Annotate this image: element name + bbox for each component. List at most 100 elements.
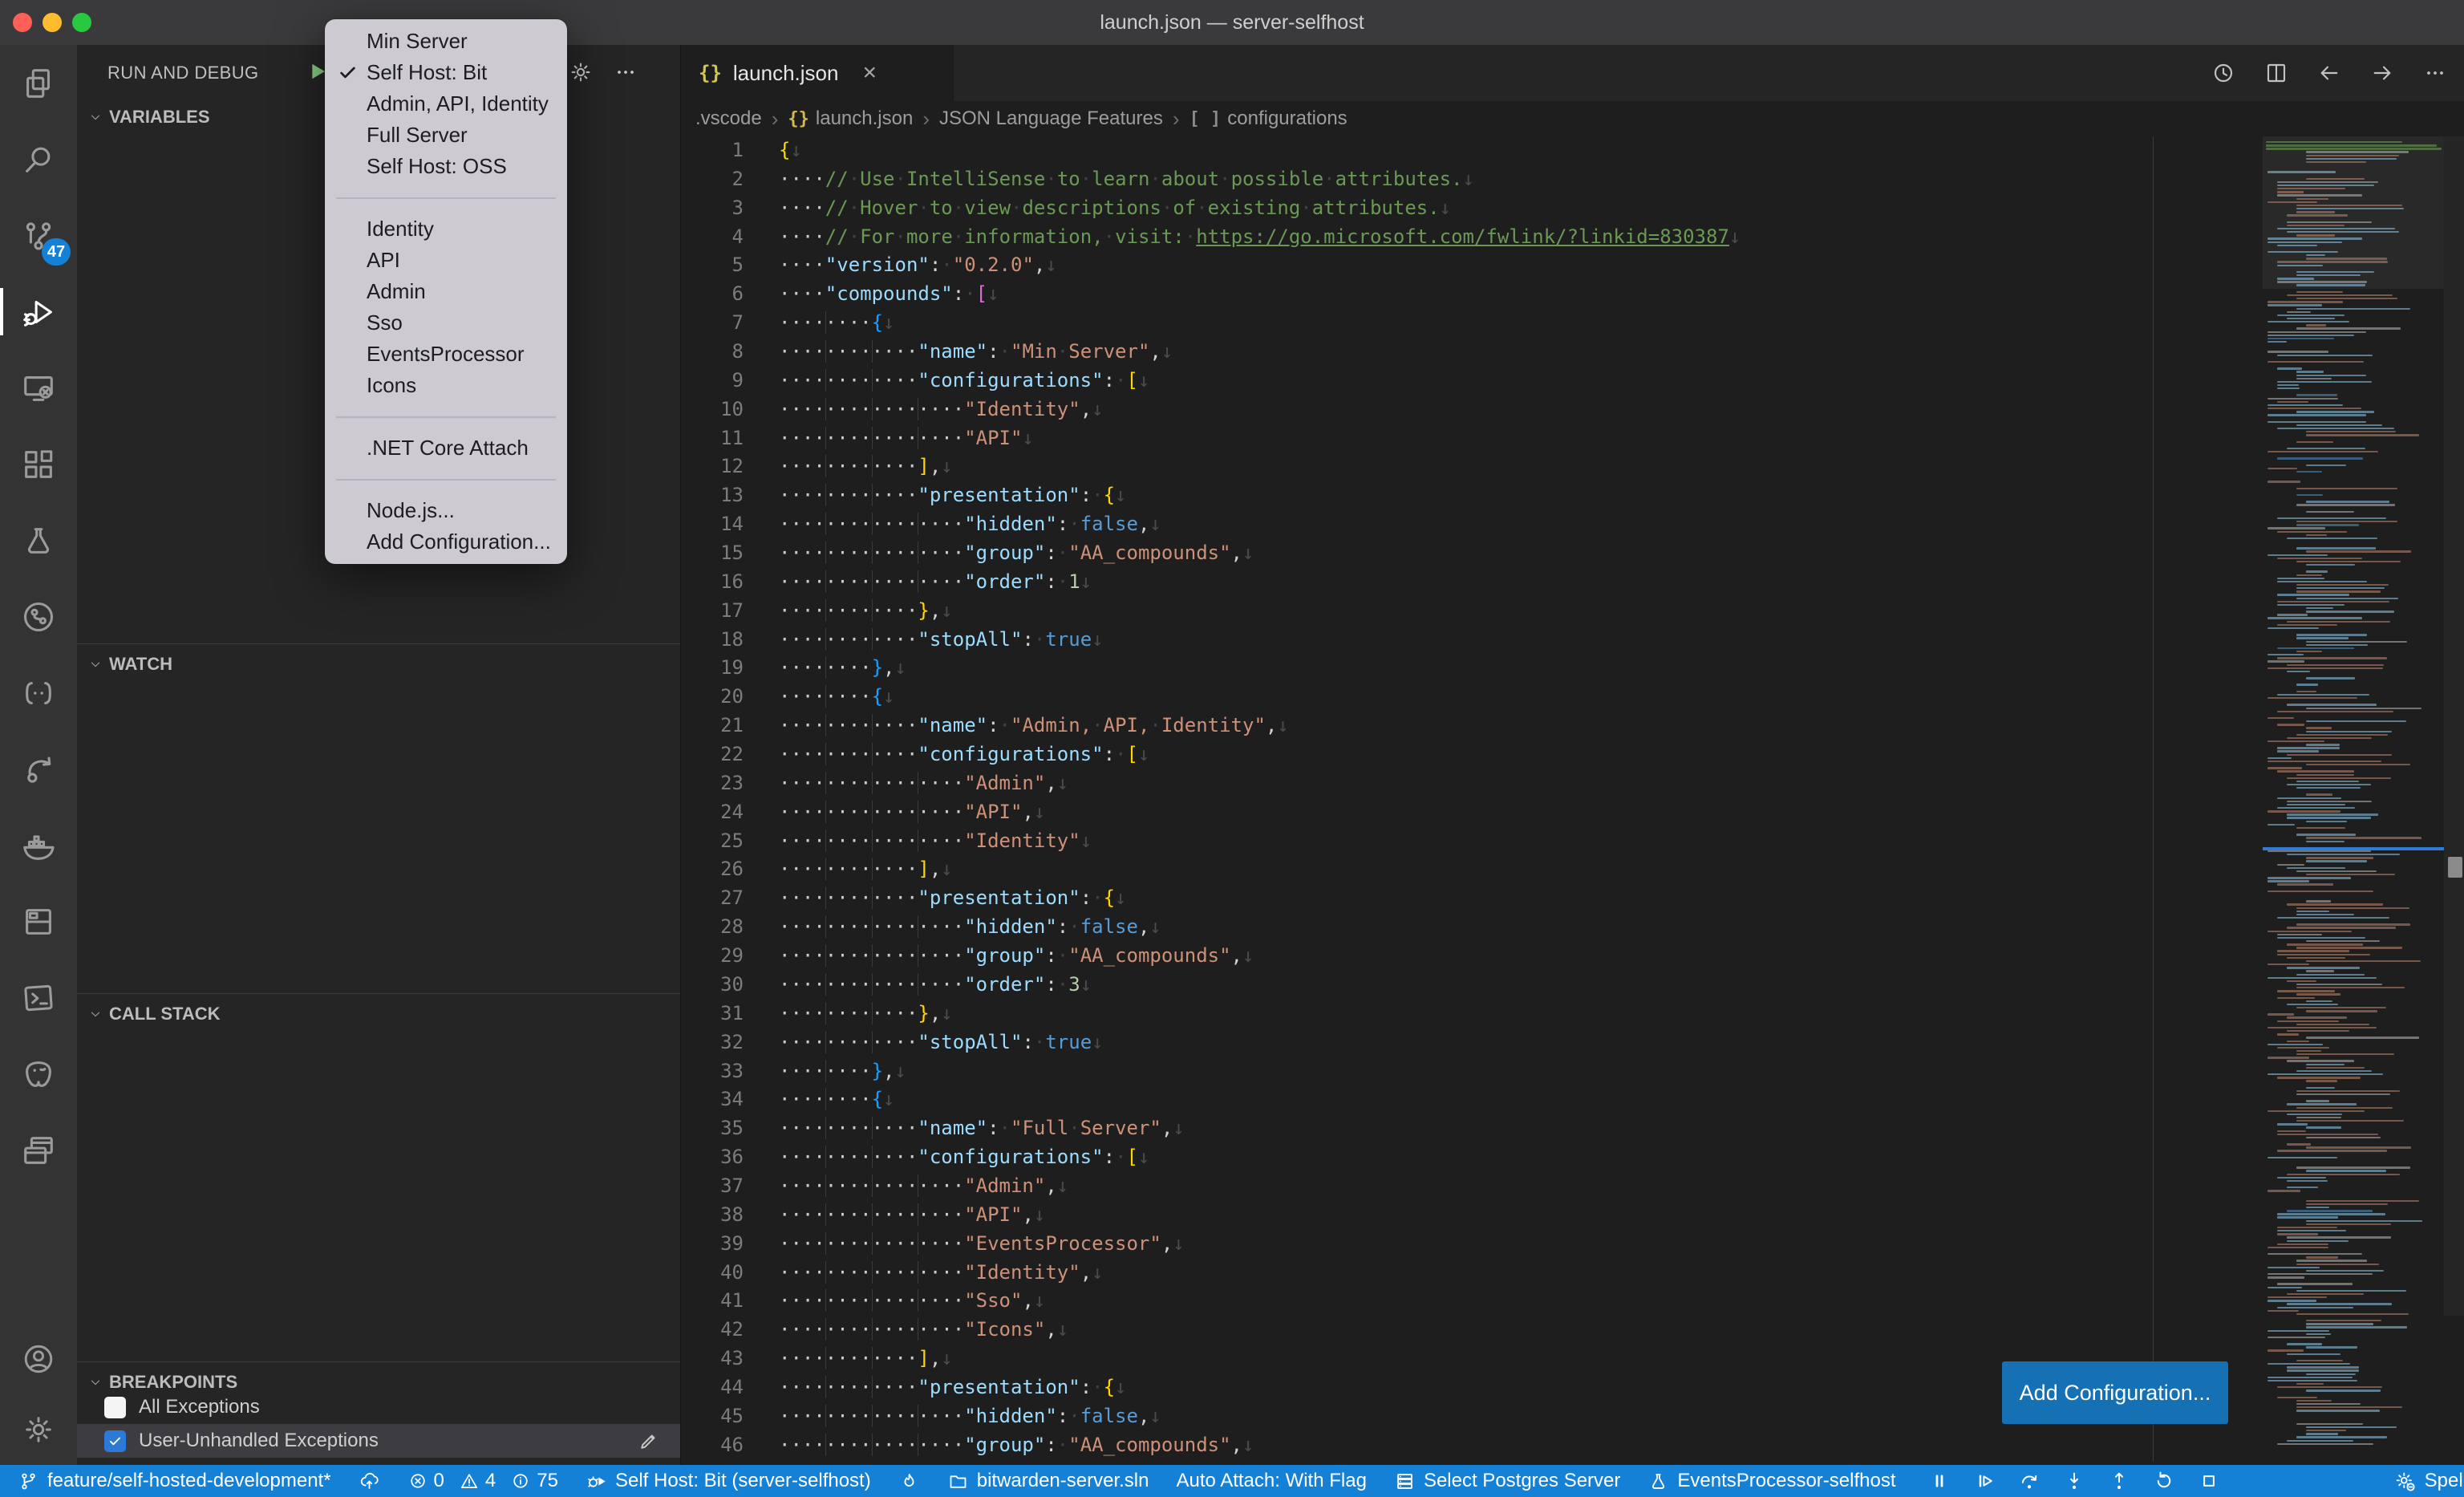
menu-item-add-configuration[interactable]: Add Configuration...	[325, 526, 567, 558]
menu-item-api[interactable]: API	[325, 245, 567, 276]
code-line[interactable]: 24················"API",↓	[681, 798, 2464, 827]
breadcrumb-item-launch-json[interactable]: {}launch.json	[788, 108, 913, 130]
activity-item-settings[interactable]	[0, 1394, 77, 1465]
code-line[interactable]: 34········{↓	[681, 1085, 2464, 1114]
breakpoint-user-unhandled-exceptions[interactable]: User-Unhandled Exceptions	[77, 1424, 680, 1458]
stop-icon[interactable]	[2197, 1469, 2221, 1493]
menu-item-node-js[interactable]: Node.js...	[325, 495, 567, 526]
code-line[interactable]: 1{↓	[681, 136, 2464, 165]
breadcrumb-item-json-language-features[interactable]: JSON Language Features	[939, 108, 1163, 130]
step-into-icon[interactable]	[2062, 1469, 2086, 1493]
activity-item-explorer[interactable]	[0, 45, 77, 121]
code-line[interactable]: 33········},↓	[681, 1057, 2464, 1086]
more-actions-icon[interactable]	[2422, 60, 2448, 86]
tab-close-icon[interactable]: ×	[862, 59, 877, 87]
close-window-button[interactable]	[13, 13, 32, 32]
status-problems[interactable]: 0 4 75	[407, 1470, 558, 1492]
menu-item-icons[interactable]: Icons	[325, 370, 567, 401]
code-line[interactable]: 40················"Identity",↓	[681, 1259, 2464, 1288]
minimize-window-button[interactable]	[43, 13, 62, 32]
breakpoint-all-exceptions[interactable]: All Exceptions	[77, 1390, 680, 1424]
code-line[interactable]: 3····//·Hover·to·view·descriptions·of·ex…	[681, 194, 2464, 223]
menu-item-eventsprocessor[interactable]: EventsProcessor	[325, 339, 567, 370]
activity-item-copilot[interactable]	[0, 655, 77, 731]
menu-item-self-host-bit[interactable]: Self Host: Bit	[325, 57, 567, 88]
checkbox-unchecked[interactable]	[104, 1397, 126, 1418]
section-watch[interactable]: WATCH	[77, 647, 680, 682]
code-editor[interactable]: 1{↓2····//·Use·IntelliSense·to·learn·abo…	[681, 136, 2464, 1465]
step-over-icon[interactable]	[2017, 1469, 2041, 1493]
code-line[interactable]: 41················"Sso",↓	[681, 1287, 2464, 1316]
code-line[interactable]: 25················"Identity"↓	[681, 827, 2464, 856]
code-line[interactable]: 42················"Icons",↓	[681, 1316, 2464, 1345]
status-item-server[interactable]: Select Postgres Server	[1394, 1470, 1620, 1492]
activity-item-postgresql[interactable]	[0, 1036, 77, 1112]
add-configuration-button[interactable]: Add Configuration...	[2002, 1361, 2228, 1424]
status-item-cloud-upload[interactable]	[359, 1471, 380, 1492]
status-item-flame[interactable]	[898, 1471, 920, 1492]
timeline-icon[interactable]	[2211, 60, 2236, 86]
code-line[interactable]: 28················"hidden":·false,↓	[681, 913, 2464, 942]
status-item-spell-checker[interactable]: Spell	[2393, 1470, 2464, 1493]
pause-icon[interactable]	[1927, 1469, 1951, 1493]
code-line[interactable]: 32············"stopAll":·true↓	[681, 1028, 2464, 1057]
status-item-source-branch[interactable]: feature/self-hosted-development*	[18, 1470, 331, 1492]
code-line[interactable]: 17············},↓	[681, 597, 2464, 626]
code-line[interactable]: 6····"compounds":·[↓	[681, 280, 2464, 309]
activity-item-remote-explorer[interactable]	[0, 350, 77, 426]
sidebar-more-icon[interactable]	[613, 59, 638, 85]
step-out-icon[interactable]	[2107, 1469, 2131, 1493]
section-call-stack[interactable]: CALL STACK	[77, 996, 680, 1032]
code-line[interactable]: 11················"API"↓	[681, 424, 2464, 453]
checkbox-checked[interactable]	[104, 1430, 126, 1452]
menu-item-full-server[interactable]: Full Server	[325, 120, 567, 151]
menu-item-sso[interactable]: Sso	[325, 307, 567, 339]
code-line[interactable]: 37················"Admin",↓	[681, 1172, 2464, 1201]
code-line[interactable]: 9············"configurations":·[↓	[681, 367, 2464, 396]
code-line[interactable]: 21············"name":·"Admin,·API,·Ident…	[681, 712, 2464, 740]
menu-item-net-core-attach[interactable]: .NET Core Attach	[325, 432, 567, 464]
menu-item-identity[interactable]: Identity	[325, 213, 567, 245]
status-item-debug-run[interactable]: Self Host: Bit (server-selfhost)	[586, 1470, 871, 1492]
code-line[interactable]: 38················"API",↓	[681, 1201, 2464, 1230]
breadcrumb-item-vscode[interactable]: .vscode	[695, 108, 762, 130]
go-back-icon[interactable]	[2316, 60, 2342, 86]
code-line[interactable]: 20········{↓	[681, 683, 2464, 712]
activity-item-account[interactable]	[0, 1324, 77, 1394]
activity-item-extensions[interactable]	[0, 426, 77, 502]
restart-icon[interactable]	[2152, 1469, 2176, 1493]
split-editor-icon[interactable]	[2263, 60, 2289, 86]
edit-pencil-icon[interactable]	[637, 1429, 661, 1453]
code-line[interactable]: 30················"order":·3↓	[681, 971, 2464, 1000]
minimap[interactable]	[2263, 136, 2444, 1462]
activity-item-testing[interactable]	[0, 502, 77, 578]
code-line[interactable]: 19········},↓	[681, 654, 2464, 683]
code-line[interactable]: 10················"Identity",↓	[681, 396, 2464, 424]
code-line[interactable]: 5····"version":·"0.2.0",↓	[681, 251, 2464, 280]
activity-item-terminal[interactable]	[0, 959, 77, 1036]
code-line[interactable]: 2····//·Use·IntelliSense·to·learn·about·…	[681, 165, 2464, 194]
scrollbar-thumb[interactable]	[2444, 136, 2464, 1316]
activity-item-source-control[interactable]: 47	[0, 197, 77, 274]
debug-settings-gear-icon[interactable]	[568, 59, 594, 85]
code-line[interactable]: 26············],↓	[681, 855, 2464, 884]
status-item-folder[interactable]: bitwarden-server.sln	[947, 1470, 1149, 1492]
code-line[interactable]: 18············"stopAll":·true↓	[681, 626, 2464, 655]
menu-item-min-server[interactable]: Min Server	[325, 26, 567, 57]
zoom-window-button[interactable]	[72, 13, 91, 32]
code-line[interactable]: 13············"presentation":·{↓	[681, 481, 2464, 510]
breadcrumb-item-configurations[interactable]: [ ]configurations	[1189, 108, 1348, 130]
code-line[interactable]: 23················"Admin",↓	[681, 769, 2464, 798]
code-line[interactable]: 12············],↓	[681, 452, 2464, 481]
status-item-beaker[interactable]: EventsProcessor-selfhost	[1647, 1470, 1895, 1492]
activity-item-gitlens[interactable]	[0, 578, 77, 655]
code-line[interactable]: 22············"configurations":·[↓	[681, 740, 2464, 769]
code-line[interactable]: 46················"group":·"AA_compounds…	[681, 1431, 2464, 1460]
code-line[interactable]: 36············"configurations":·[↓	[681, 1143, 2464, 1172]
activity-item-package[interactable]	[0, 883, 77, 959]
scrollbar[interactable]	[2444, 136, 2464, 1462]
code-line[interactable]: 31············},↓	[681, 1000, 2464, 1028]
code-line[interactable]: 16················"order":·1↓	[681, 568, 2464, 597]
menu-item-admin[interactable]: Admin	[325, 276, 567, 307]
activity-item-live-share[interactable]	[0, 731, 77, 807]
